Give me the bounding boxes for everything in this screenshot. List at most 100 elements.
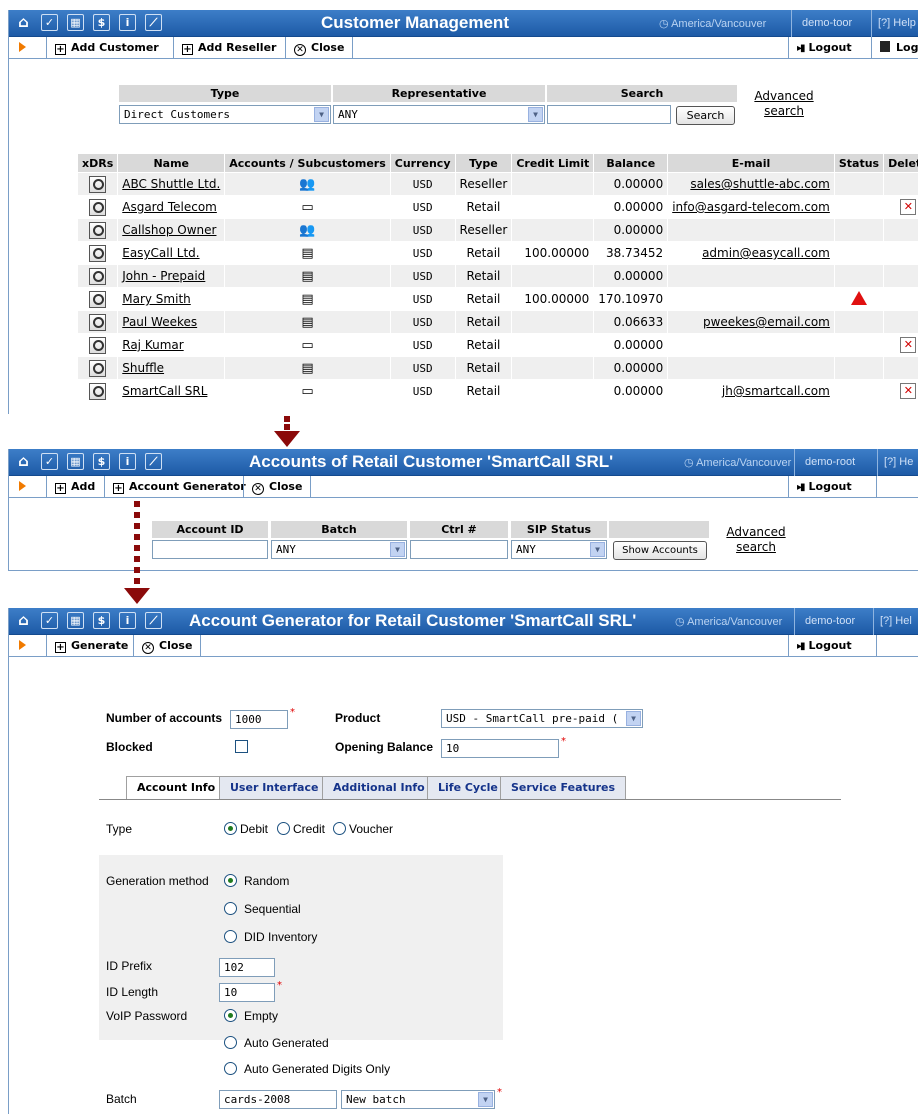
magnifier-icon[interactable]: [89, 198, 107, 216]
tab-user-interface[interactable]: User Interface: [219, 776, 330, 799]
show-accounts-button[interactable]: Show Accounts: [613, 541, 707, 560]
timezone[interactable]: ◷ America/Vancouver: [659, 17, 766, 30]
checkbox-icon[interactable]: ✓: [41, 453, 58, 470]
grid-icon[interactable]: ▦: [67, 453, 84, 470]
voip-auto-radio[interactable]: [224, 1036, 237, 1049]
gen-random-radio[interactable]: [224, 874, 237, 887]
help-link[interactable]: [?] Help: [871, 10, 918, 37]
accounts-icon[interactable]: ▤: [301, 269, 313, 284]
generate-button[interactable]: + Generate: [46, 635, 136, 656]
magnifier-icon[interactable]: [89, 175, 107, 193]
email-link[interactable]: sales@shuttle-abc.com: [667, 172, 835, 196]
email-link[interactable]: jh@smartcall.com: [667, 379, 835, 403]
log-button[interactable]: Log: [871, 37, 918, 58]
tab-service-features[interactable]: Service Features: [500, 776, 627, 799]
id-prefix-input[interactable]: 102: [219, 958, 275, 977]
accounts-icon[interactable]: ▤: [301, 246, 313, 261]
account-icon[interactable]: ▭: [301, 338, 313, 353]
chart-icon[interactable]: ⟋: [145, 453, 162, 470]
tab-additional-info[interactable]: Additional Info: [322, 776, 436, 799]
customer-name-link[interactable]: EasyCall Ltd.: [117, 241, 226, 265]
gen-sequential-radio[interactable]: [224, 902, 237, 915]
accounts-icon[interactable]: ▤: [301, 315, 313, 330]
opening-balance-input[interactable]: 10: [441, 739, 559, 758]
logout-button[interactable]: ▸▮ Logout: [788, 476, 860, 497]
checkbox-icon[interactable]: ✓: [41, 14, 58, 31]
batch-select[interactable]: New batch ▼: [341, 1090, 495, 1109]
delete-icon[interactable]: ✕: [900, 383, 917, 399]
user-name[interactable]: demo-toor: [791, 10, 862, 37]
representative-select[interactable]: ANY ▼: [333, 105, 545, 124]
customer-name-link[interactable]: Paul Weekes: [117, 310, 226, 334]
help-link[interactable]: [?] He: [877, 449, 918, 476]
timezone[interactable]: ◷ America/Vancouver: [684, 456, 791, 469]
type-credit-radio[interactable]: [277, 822, 290, 835]
email-link[interactable]: pweekes@email.com: [667, 310, 835, 334]
grid-icon[interactable]: ▦: [67, 14, 84, 31]
subcustomers-icon[interactable]: 👥: [299, 223, 315, 238]
user-name[interactable]: demo-root: [794, 449, 865, 476]
search-input[interactable]: [547, 105, 671, 124]
product-select[interactable]: USD - SmartCall pre-paid (▼: [441, 709, 643, 728]
home-icon[interactable]: ⌂: [15, 453, 32, 470]
email-link[interactable]: info@asgard-telecom.com: [667, 195, 835, 219]
account-icon[interactable]: ▭: [301, 384, 313, 399]
home-icon[interactable]: ⌂: [15, 612, 32, 629]
tab-life-cycle[interactable]: Life Cycle: [427, 776, 509, 799]
info-icon[interactable]: i: [119, 453, 136, 470]
logout-button[interactable]: ▸▮ Logout: [788, 37, 860, 58]
magnifier-icon[interactable]: [89, 382, 107, 400]
subcustomers-icon[interactable]: 👥: [299, 177, 315, 192]
account-icon[interactable]: ▭: [301, 200, 313, 215]
voip-empty-radio[interactable]: [224, 1009, 237, 1022]
accounts-icon[interactable]: ▤: [301, 292, 313, 307]
timezone[interactable]: ◷ America/Vancouver: [675, 615, 782, 628]
chart-icon[interactable]: ⟋: [145, 14, 162, 31]
add-reseller-button[interactable]: + Add Reseller: [173, 37, 284, 58]
customer-name-link[interactable]: Asgard Telecom: [117, 195, 226, 219]
batch-select[interactable]: ANY ▼: [271, 540, 407, 559]
account-id-input[interactable]: [152, 540, 268, 559]
customer-name-link[interactable]: John - Prepaid: [117, 264, 226, 288]
close-button[interactable]: ✕ Close: [133, 635, 202, 656]
type-debit-radio[interactable]: [224, 822, 237, 835]
batch-input[interactable]: cards-2008: [219, 1090, 337, 1109]
email-link[interactable]: admin@easycall.com: [667, 241, 835, 265]
ctrl-input[interactable]: [410, 540, 508, 559]
grid-icon[interactable]: ▦: [67, 612, 84, 629]
account-generator-button[interactable]: + Account Generator: [104, 476, 254, 497]
magnifier-icon[interactable]: [89, 290, 107, 308]
customer-name-link[interactable]: Raj Kumar: [117, 333, 226, 357]
id-length-input[interactable]: 10: [219, 983, 275, 1002]
magnifier-icon[interactable]: [89, 221, 107, 239]
add-button[interactable]: + Add: [46, 476, 103, 497]
sip-status-select[interactable]: ANY ▼: [511, 540, 607, 559]
magnifier-icon[interactable]: [89, 244, 107, 262]
magnifier-icon[interactable]: [89, 336, 107, 354]
checkbox-icon[interactable]: ✓: [41, 612, 58, 629]
dollar-icon[interactable]: $: [93, 14, 110, 31]
advanced-search-link[interactable]: Advanced search: [721, 525, 791, 555]
email-link[interactable]: [667, 356, 835, 380]
info-icon[interactable]: i: [119, 612, 136, 629]
magnifier-icon[interactable]: [89, 267, 107, 285]
email-link[interactable]: [667, 333, 835, 357]
info-icon[interactable]: i: [119, 14, 136, 31]
advanced-search-link[interactable]: Advanced search: [749, 89, 819, 119]
customer-name-link[interactable]: Mary Smith: [117, 287, 226, 311]
close-button[interactable]: ✕ Close: [285, 37, 354, 58]
customer-name-link[interactable]: Shuffle: [117, 356, 226, 380]
user-name[interactable]: demo-toor: [794, 608, 865, 635]
chart-icon[interactable]: ⟋: [145, 612, 162, 629]
add-customer-button[interactable]: + Add Customer: [46, 37, 167, 58]
search-button[interactable]: Search: [676, 106, 735, 125]
close-button[interactable]: ✕ Close: [243, 476, 312, 497]
accounts-icon[interactable]: ▤: [301, 361, 313, 376]
num-accounts-input[interactable]: 1000: [230, 710, 288, 729]
customer-name-link[interactable]: ABC Shuttle Ltd.: [117, 172, 226, 196]
type-voucher-radio[interactable]: [333, 822, 346, 835]
home-icon[interactable]: ⌂: [15, 14, 32, 31]
dollar-icon[interactable]: $: [93, 453, 110, 470]
type-select[interactable]: Direct Customers ▼: [119, 105, 331, 124]
dollar-icon[interactable]: $: [93, 612, 110, 629]
